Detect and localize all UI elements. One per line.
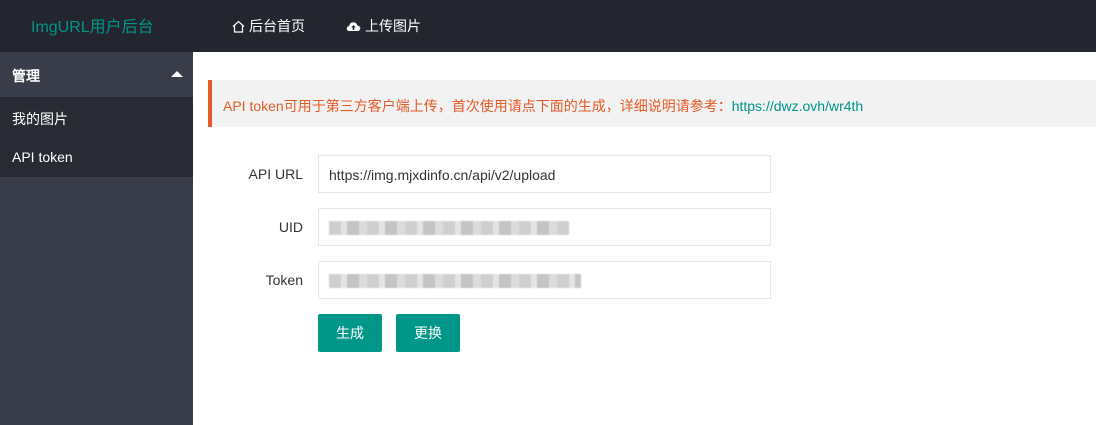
- sidebar-item-label: 我的图片: [12, 111, 68, 127]
- nav-upload-link[interactable]: 上传图片: [346, 0, 421, 52]
- nav-home-label: 后台首页: [249, 18, 305, 34]
- nav-upload-label: 上传图片: [365, 18, 421, 34]
- home-icon: [232, 20, 245, 33]
- top-navbar: ImgURL用户后台 后台首页 上传图片: [0, 0, 1096, 52]
- api-url-field[interactable]: https://img.mjxdinfo.cn/api/v2/upload: [318, 155, 771, 193]
- uid-field[interactable]: [318, 208, 771, 246]
- api-url-value: https://img.mjxdinfo.cn/api/v2/upload: [329, 167, 556, 183]
- sidebar-group-manage[interactable]: 管理: [0, 52, 193, 97]
- main-content: API token可用于第三方客户端上传，首次使用请点下面的生成，详细说明请参考…: [193, 52, 1096, 425]
- notice-box: API token可用于第三方客户端上传，首次使用请点下面的生成，详细说明请参考…: [208, 80, 1096, 127]
- token-label: Token: [265, 272, 303, 288]
- generate-button[interactable]: 生成: [318, 314, 382, 352]
- api-url-label: API URL: [248, 166, 303, 182]
- notice-message: API token可用于第三方客户端上传，首次使用请点下面的生成，详细说明请参考…: [223, 98, 732, 114]
- app-logo[interactable]: ImgURL用户后台: [31, 13, 154, 37]
- sidebar: 管理 我的图片 API token: [0, 52, 193, 425]
- caret-up-icon: [171, 71, 183, 77]
- token-redacted: [329, 274, 581, 288]
- notice-link[interactable]: https://dwz.ovh/wr4th: [732, 98, 864, 114]
- sidebar-group-title: 管理: [12, 68, 40, 84]
- cloud-upload-icon: [346, 20, 361, 33]
- replace-button[interactable]: 更换: [396, 314, 460, 352]
- token-field[interactable]: [318, 261, 771, 299]
- notice-text: API token可用于第三方客户端上传，首次使用请点下面的生成，详细说明请参考…: [223, 96, 863, 116]
- uid-label: UID: [278, 219, 303, 235]
- uid-redacted: [329, 221, 569, 235]
- nav-home-link[interactable]: 后台首页: [232, 0, 305, 52]
- sidebar-item-label: API token: [12, 149, 73, 165]
- sidebar-submenu: 我的图片 API token: [0, 97, 193, 177]
- sidebar-item-api-token[interactable]: API token: [0, 137, 193, 177]
- sidebar-item-my-images[interactable]: 我的图片: [0, 97, 193, 137]
